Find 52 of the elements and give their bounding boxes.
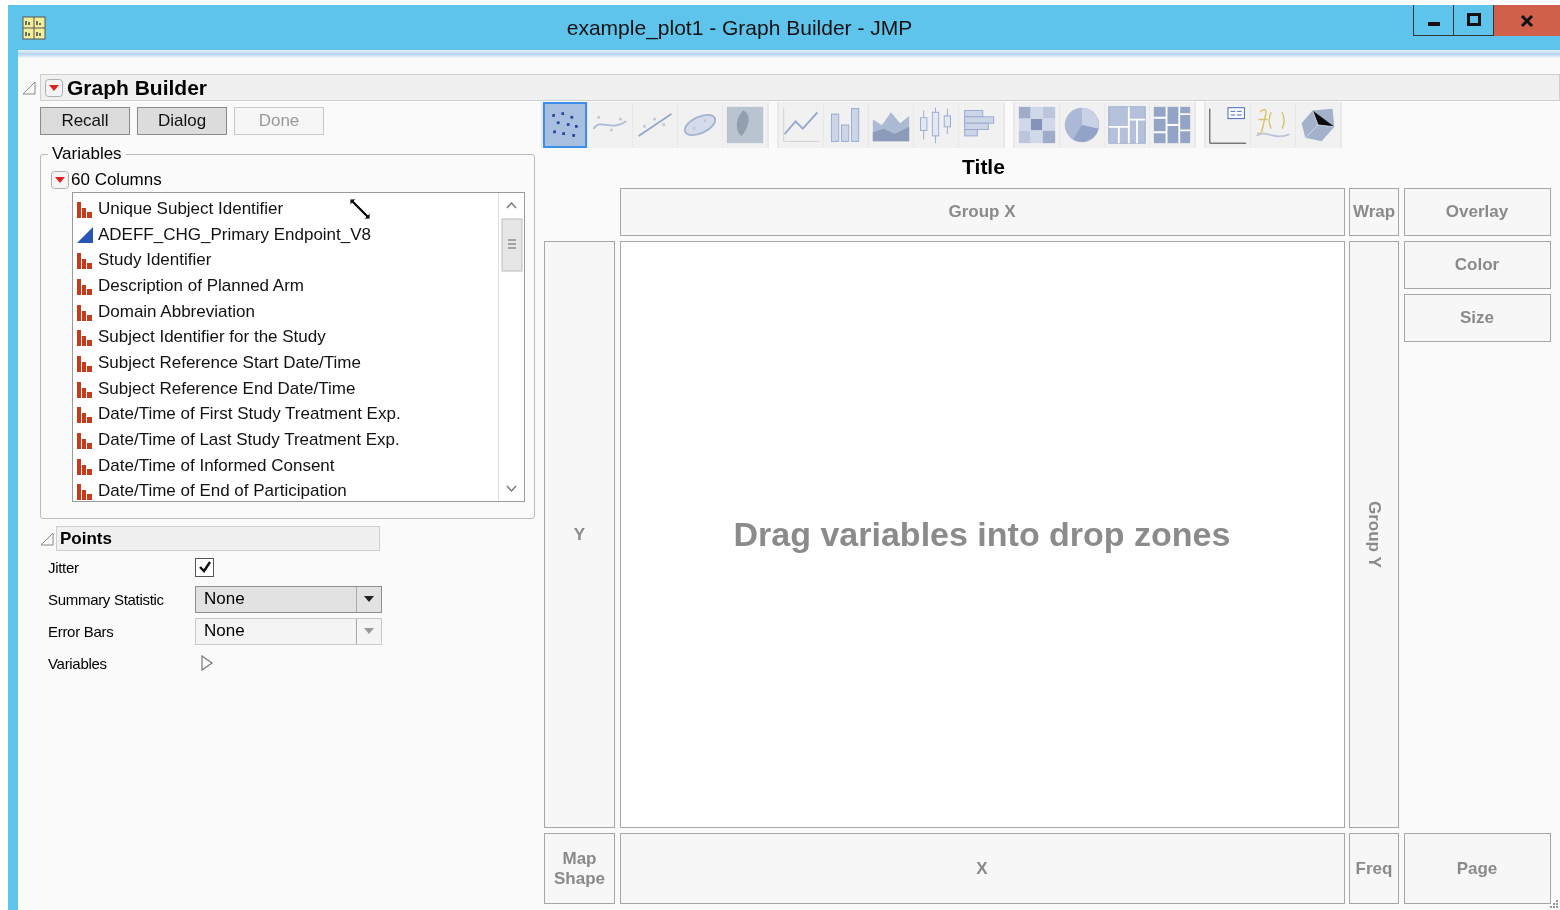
option-label: Summary Statistic xyxy=(48,590,165,608)
column-item[interactable]: Subject Identifier for the Study xyxy=(73,324,498,351)
bar-chart-icon xyxy=(76,482,94,501)
bar-chart-icon xyxy=(76,302,94,321)
close-icon xyxy=(1519,12,1535,29)
column-item[interactable]: Domain Abbreviation xyxy=(73,298,498,325)
window-title: example_plot1 - Graph Builder - JMP xyxy=(565,15,914,40)
disclosure-icon xyxy=(40,531,54,546)
column-item[interactable]: Subject Reference Start Date/Time xyxy=(73,350,498,376)
maximize-icon xyxy=(1465,12,1482,28)
column-item[interactable]: Date/Time of Informed Consent xyxy=(73,452,498,479)
column-item[interactable]: ADEFF_CHG_Primary Endpoint_V8 xyxy=(73,221,498,248)
section-title: Graph Builder xyxy=(67,75,208,100)
dropdown[interactable]: None xyxy=(195,585,382,613)
bar-chart-icon xyxy=(76,379,94,398)
column-item[interactable]: Date/Time of Last Study Treatment Exp. xyxy=(73,427,498,453)
disclosure-icon[interactable] xyxy=(200,655,214,671)
bar-chart-icon xyxy=(76,276,94,295)
columns-count: 60 Columns xyxy=(71,170,162,190)
bar-chart-icon xyxy=(76,405,94,424)
column-item[interactable]: Unique Subject Identifier xyxy=(73,196,498,222)
disclosure-icon xyxy=(22,80,36,95)
panel-button[interactable]: Recall xyxy=(40,107,130,135)
app-icon xyxy=(22,15,46,40)
section-title: Points xyxy=(56,526,380,551)
column-item[interactable]: Date/Time of End of Participation xyxy=(73,478,498,505)
bar-chart-icon xyxy=(76,353,94,372)
panel-button[interactable]: Dialog xyxy=(137,107,227,135)
minimize-button[interactable] xyxy=(1413,5,1453,36)
option-label: Variables xyxy=(48,654,108,672)
option-label: Jitter xyxy=(48,558,80,576)
bar-chart-icon xyxy=(76,199,94,218)
caret-icon xyxy=(364,628,374,634)
bar-chart-icon xyxy=(76,431,94,450)
hint-text: Drag variables into drop zones xyxy=(733,515,1231,554)
treemap-icon xyxy=(1107,103,1147,147)
triangle-icon xyxy=(76,225,94,244)
resize-grip-icon xyxy=(1550,900,1558,908)
group-label: Variables xyxy=(51,144,123,164)
caret-icon xyxy=(364,596,374,602)
checkbox[interactable] xyxy=(195,557,214,577)
bar-chart-icon xyxy=(76,328,94,347)
bar-chart-icon xyxy=(76,456,94,475)
bar-chart-icon xyxy=(76,251,94,270)
column-item[interactable]: Date/Time of First Study Treatment Exp. xyxy=(73,401,498,428)
graph-title: Title xyxy=(961,154,1006,180)
column-item[interactable]: Study Identifier xyxy=(73,247,498,274)
column-item[interactable]: Subject Reference End Date/Time xyxy=(73,375,498,402)
column-item[interactable]: Description of Planned Arm xyxy=(73,273,498,299)
close-button[interactable] xyxy=(1493,5,1560,36)
minimize-icon xyxy=(1427,22,1440,26)
option-label: Error Bars xyxy=(48,622,115,640)
